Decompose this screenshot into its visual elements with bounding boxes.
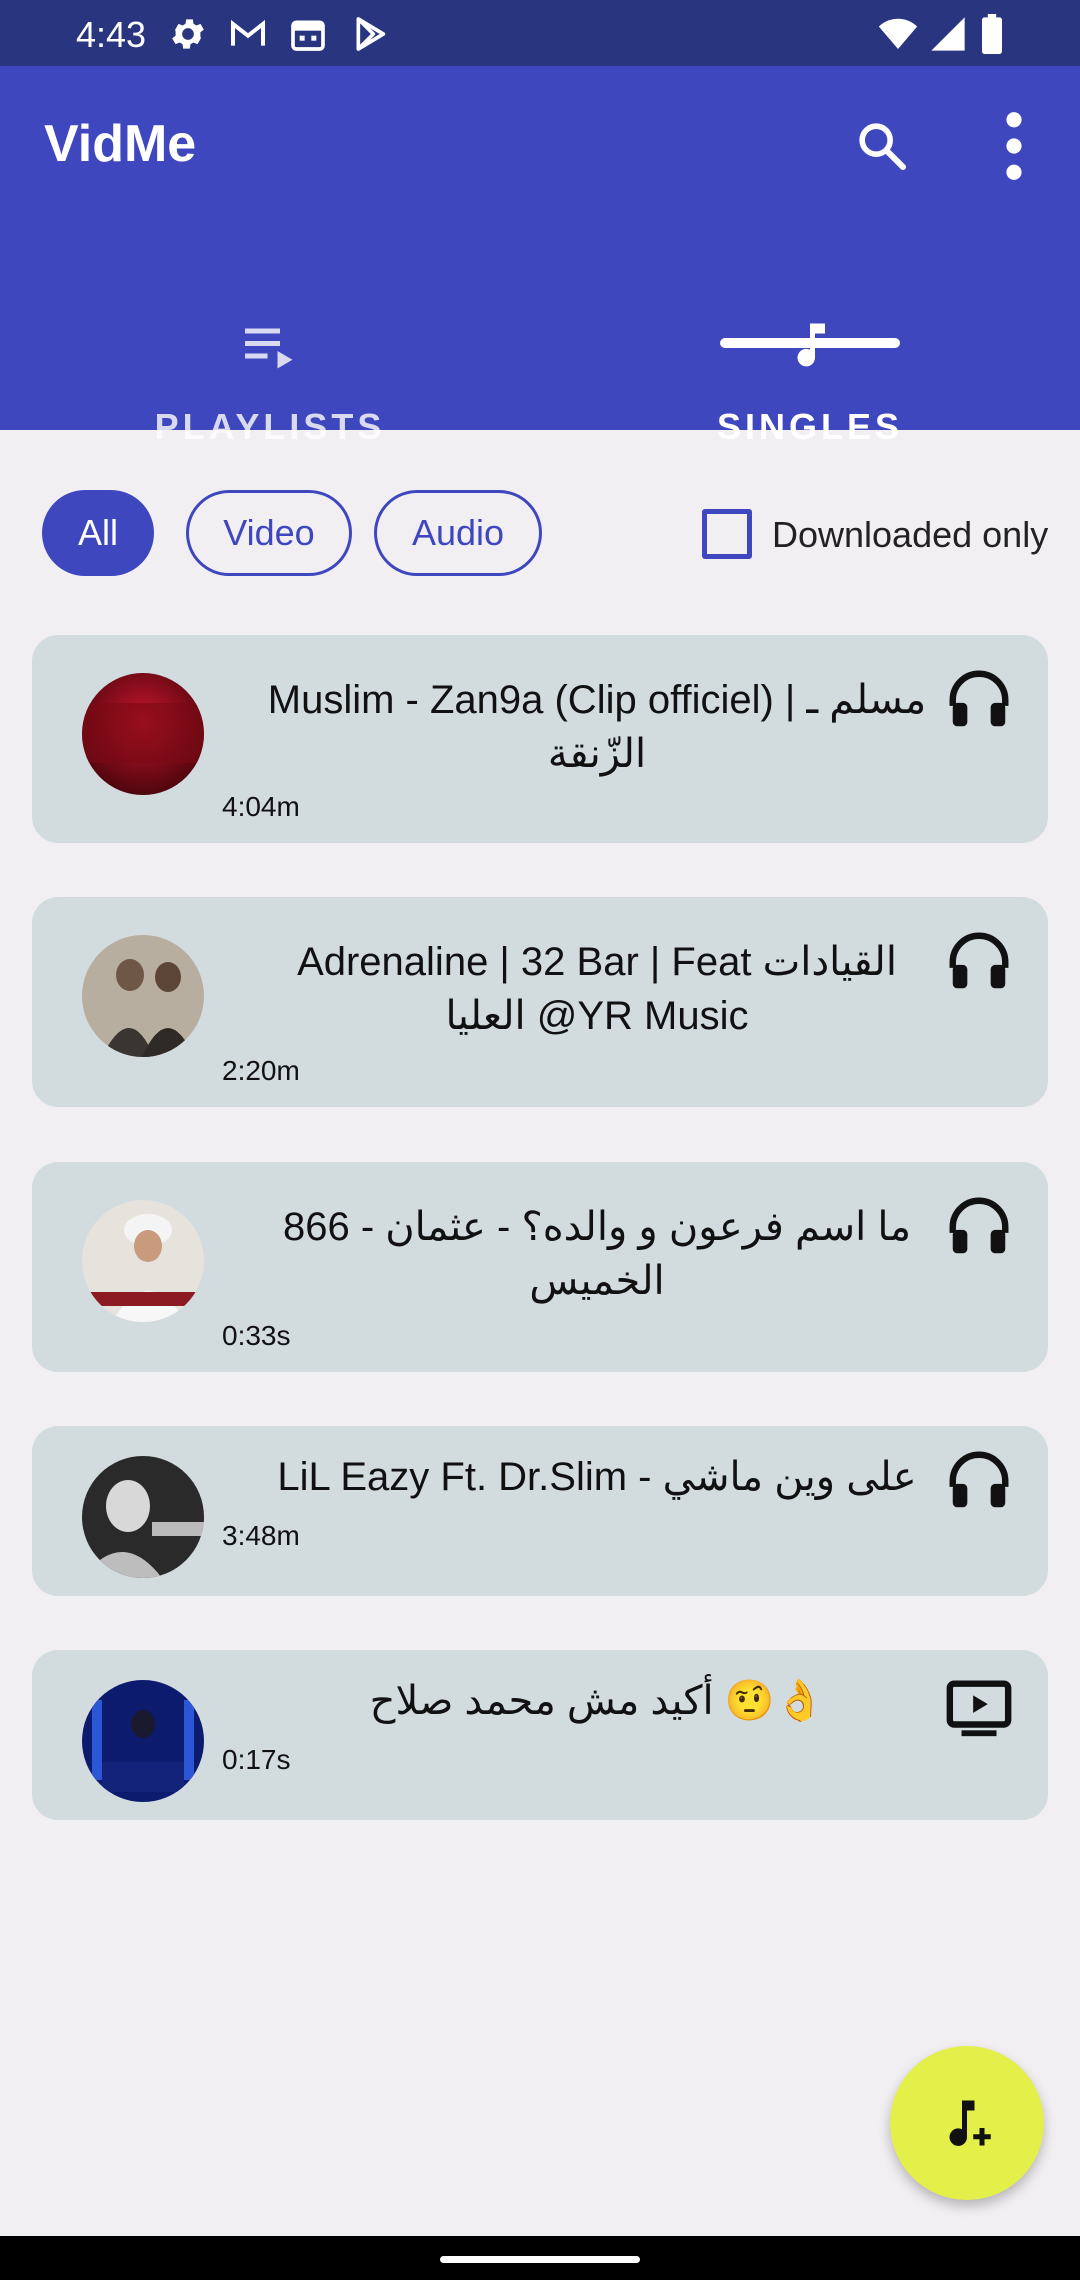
add-music-button[interactable] — [890, 2046, 1044, 2200]
signal-icon — [931, 17, 965, 51]
gmail-icon — [231, 19, 265, 46]
app-title: VidMe — [44, 115, 197, 173]
list-item[interactable]: Muslim - Zan9a (Clip officiel) | مسلم ـ … — [32, 635, 1048, 843]
more-vert-icon — [1006, 112, 1022, 180]
list-item[interactable]: LiL Eazy Ft. Dr.Slim - على وين ماشي 3:48… — [32, 1426, 1048, 1596]
headphones-icon — [949, 932, 1009, 989]
tab-label-playlists: PLAYLISTS — [154, 406, 386, 447]
status-time: 4:43 — [76, 14, 147, 55]
search-icon — [859, 123, 907, 171]
item-duration: 0:33s — [222, 1320, 291, 1351]
downloaded-only-label[interactable]: Downloaded only — [772, 514, 1048, 556]
thumbnail — [82, 935, 204, 1057]
app-bar: VidMe PLAYLISTS SINGLES — [0, 66, 1080, 447]
gear-icon — [172, 19, 204, 49]
play-store-icon — [356, 17, 386, 51]
item-duration: 4:04m — [222, 791, 300, 822]
video-icon — [946, 1680, 1012, 1737]
list-item[interactable]: 866 - ما اسم فرعون و والده؟ - عثمان الخم… — [32, 1162, 1048, 1372]
item-title: LiL Eazy Ft. Dr.Slim - على وين ماشي — [277, 1455, 917, 1499]
home-gesture-handle[interactable] — [440, 2256, 640, 2263]
item-duration: 0:17s — [222, 1744, 291, 1775]
item-title: Muslim - Zan9a (Clip officiel) | مسلم ـ … — [267, 678, 927, 776]
item-duration: 3:48m — [222, 1520, 300, 1551]
playlist-play-icon — [245, 328, 293, 369]
calendar-icon — [291, 20, 325, 51]
headphones-icon — [949, 1197, 1009, 1254]
filter-chip-video[interactable]: Video — [186, 490, 352, 576]
thumbnail — [82, 1680, 204, 1802]
add-music-icon — [949, 2100, 991, 2146]
item-title: 866 - ما اسم فرعون و والده؟ - عثمان الخم… — [283, 1205, 911, 1303]
item-duration: 2:20m — [222, 1055, 300, 1086]
navigation-bar — [0, 2236, 1080, 2280]
more-options-button[interactable] — [974, 106, 1054, 186]
status-bar: 4:43 — [0, 0, 1080, 66]
list-item[interactable]: Adrenaline | 32 Bar | Feat القيادات العل… — [32, 897, 1048, 1107]
item-title: أكيد مش محمد صلاح 🤨👌 — [369, 1679, 825, 1723]
filter-chip-all[interactable]: All — [42, 490, 154, 576]
list-item[interactable]: أكيد مش محمد صلاح 🤨👌 0:17s — [32, 1650, 1048, 1820]
battery-icon — [982, 14, 1002, 54]
item-title: Adrenaline | 32 Bar | Feat القيادات العل… — [297, 940, 897, 1038]
filter-chip-audio[interactable]: Audio — [374, 490, 542, 576]
tab-indicator — [720, 338, 900, 348]
search-button[interactable] — [842, 106, 922, 186]
tab-playlists[interactable]: PLAYLISTS — [0, 246, 540, 447]
thumbnail — [82, 1200, 204, 1322]
thumbnail — [82, 1456, 204, 1578]
tab-label-singles: SINGLES — [716, 406, 904, 447]
thumbnail — [82, 673, 204, 795]
wifi-icon — [878, 18, 918, 49]
downloaded-only-checkbox[interactable] — [702, 509, 752, 559]
headphones-icon — [949, 670, 1009, 727]
headphones-icon — [949, 1451, 1009, 1508]
